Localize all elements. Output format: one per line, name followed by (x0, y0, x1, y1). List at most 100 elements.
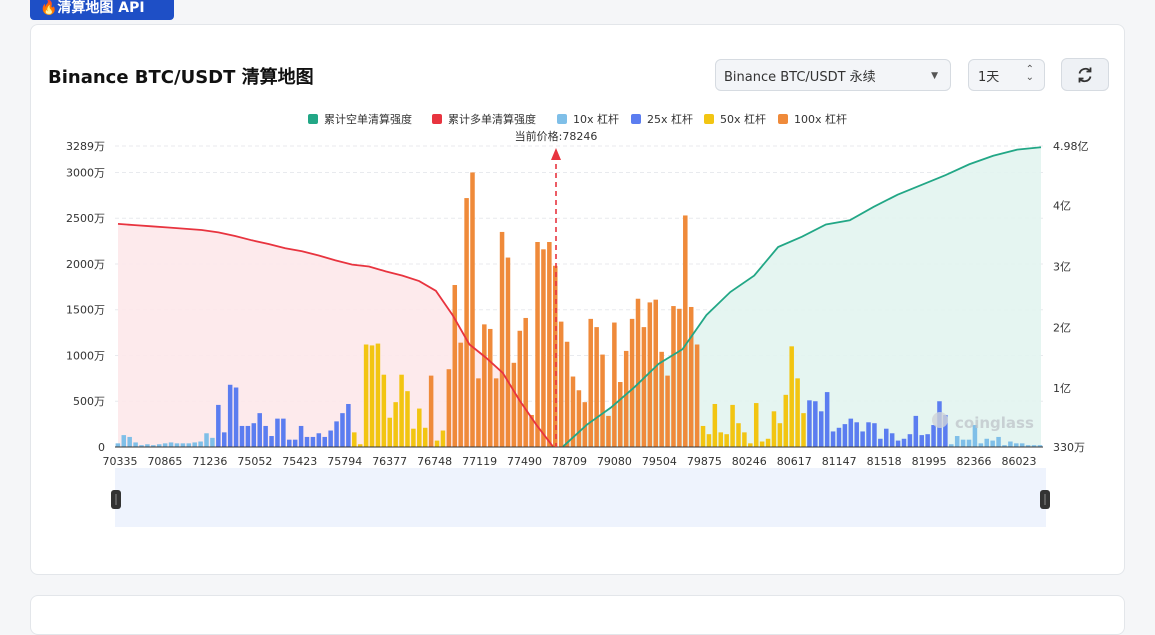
legend-swatch (631, 114, 641, 124)
x-tick-label: 80246 (732, 455, 767, 468)
bar-50x (393, 402, 398, 447)
bar-25x (298, 425, 304, 447)
bar-100x (517, 330, 523, 447)
bar-100x (564, 341, 570, 447)
bar-100x (499, 231, 505, 447)
x-tick-label: 77490 (507, 455, 542, 468)
long-cum-area (118, 223, 553, 447)
y-right-tick-label: 3亿 (1053, 260, 1071, 273)
bar-100x (629, 318, 635, 447)
bar-10x (990, 440, 995, 447)
bar-100x (671, 306, 676, 447)
bar-50x (771, 411, 777, 447)
bar-10x (180, 443, 186, 447)
bar-10x (960, 439, 966, 447)
x-tick-label: 76748 (417, 455, 452, 468)
bar-25x (227, 384, 233, 447)
legend-swatch (704, 114, 714, 124)
y-left-tick-label: 500万 (73, 395, 105, 408)
bar-50x (795, 378, 800, 447)
bar-100x (535, 242, 540, 447)
bar-10x (204, 433, 209, 447)
legend-label: 累计多单清算强度 (448, 112, 536, 126)
bar-10x (174, 443, 180, 447)
bar-25x (310, 436, 316, 447)
bar-25x (334, 421, 339, 447)
x-tick-label: 75052 (237, 455, 272, 468)
y-left-tick-label: 1000万 (66, 349, 105, 362)
bar-50x (789, 346, 794, 447)
bar-10x (186, 443, 192, 447)
bar-25x (245, 425, 251, 447)
bar-50x (405, 391, 410, 447)
bar-100x (600, 354, 605, 447)
bar-100x (576, 390, 582, 447)
liquidation-chart: 0 500万 1000万 1500万 2000万 2500万 3000万 3289万 330万 1… (66, 112, 1089, 527)
bar-50x (706, 434, 712, 447)
bar-50x (777, 423, 783, 447)
bar-100x (476, 378, 481, 447)
bar-100x (487, 328, 493, 447)
bar-25x (860, 431, 865, 447)
bar-100x (688, 306, 694, 447)
bar-50x (742, 432, 747, 447)
bar-100x (541, 249, 546, 447)
bar-25x (340, 413, 345, 447)
bar-25x (346, 403, 351, 447)
bar-100x (505, 257, 511, 447)
bar-100x (606, 415, 611, 447)
bar-25x (221, 432, 227, 447)
bar-25x (257, 413, 262, 447)
bar-50x (712, 403, 718, 447)
x-tick-label: 76377 (372, 455, 407, 468)
bar-25x (901, 438, 907, 447)
bar-25x (304, 436, 310, 447)
legend-label: 累计空单清算强度 (324, 112, 412, 126)
bar-50x (718, 432, 724, 447)
bar-25x (842, 424, 848, 447)
bar-100x (470, 172, 475, 447)
bar-25x (830, 431, 836, 447)
y-left-tick-label: 3289万 (66, 140, 105, 153)
bar-10x (954, 436, 960, 447)
current-price-label: 当前价格:78246 (515, 129, 598, 143)
legend-label: 10x 杠杆 (573, 112, 619, 126)
bar-10x (1019, 443, 1025, 447)
legend-label: 25x 杠杆 (647, 112, 693, 126)
bar-100x (523, 317, 528, 447)
bar-100x (635, 298, 641, 447)
y-left-tick-label: 2000万 (66, 258, 105, 271)
bar-50x (375, 343, 381, 447)
bar-25x (854, 422, 859, 447)
x-tick-label: 75794 (327, 455, 362, 468)
bar-50x (369, 345, 375, 447)
current-price-arrow (551, 148, 561, 160)
bar-50x (801, 413, 806, 447)
y-right-tick-label: 2亿 (1053, 321, 1071, 334)
legend-swatch (432, 114, 442, 124)
bar-25x (251, 423, 257, 447)
x-tick-label: 86023 (1002, 455, 1037, 468)
bar-25x (866, 422, 871, 447)
bar-50x (753, 403, 759, 447)
bar-50x (783, 394, 789, 447)
bar-25x (216, 404, 221, 447)
bar-10x (978, 443, 984, 447)
x-tick-label: 82366 (957, 455, 992, 468)
bar-50x (748, 443, 753, 447)
bar-100x (659, 351, 664, 447)
bar-50x (387, 417, 393, 447)
bar-100x (683, 215, 688, 447)
bar-100x (458, 342, 463, 447)
x-tick-label: 79875 (687, 455, 722, 468)
bar-25x (836, 427, 842, 447)
bar-25x (275, 418, 280, 447)
x-tick-label: 71236 (192, 455, 227, 468)
bar-100x (428, 375, 434, 447)
bar-25x (281, 418, 286, 447)
bar-100x (694, 344, 700, 447)
bar-10x (210, 437, 215, 447)
zoom-slider-track (115, 468, 1046, 527)
bar-25x (316, 433, 322, 447)
bar-10x (192, 442, 197, 447)
